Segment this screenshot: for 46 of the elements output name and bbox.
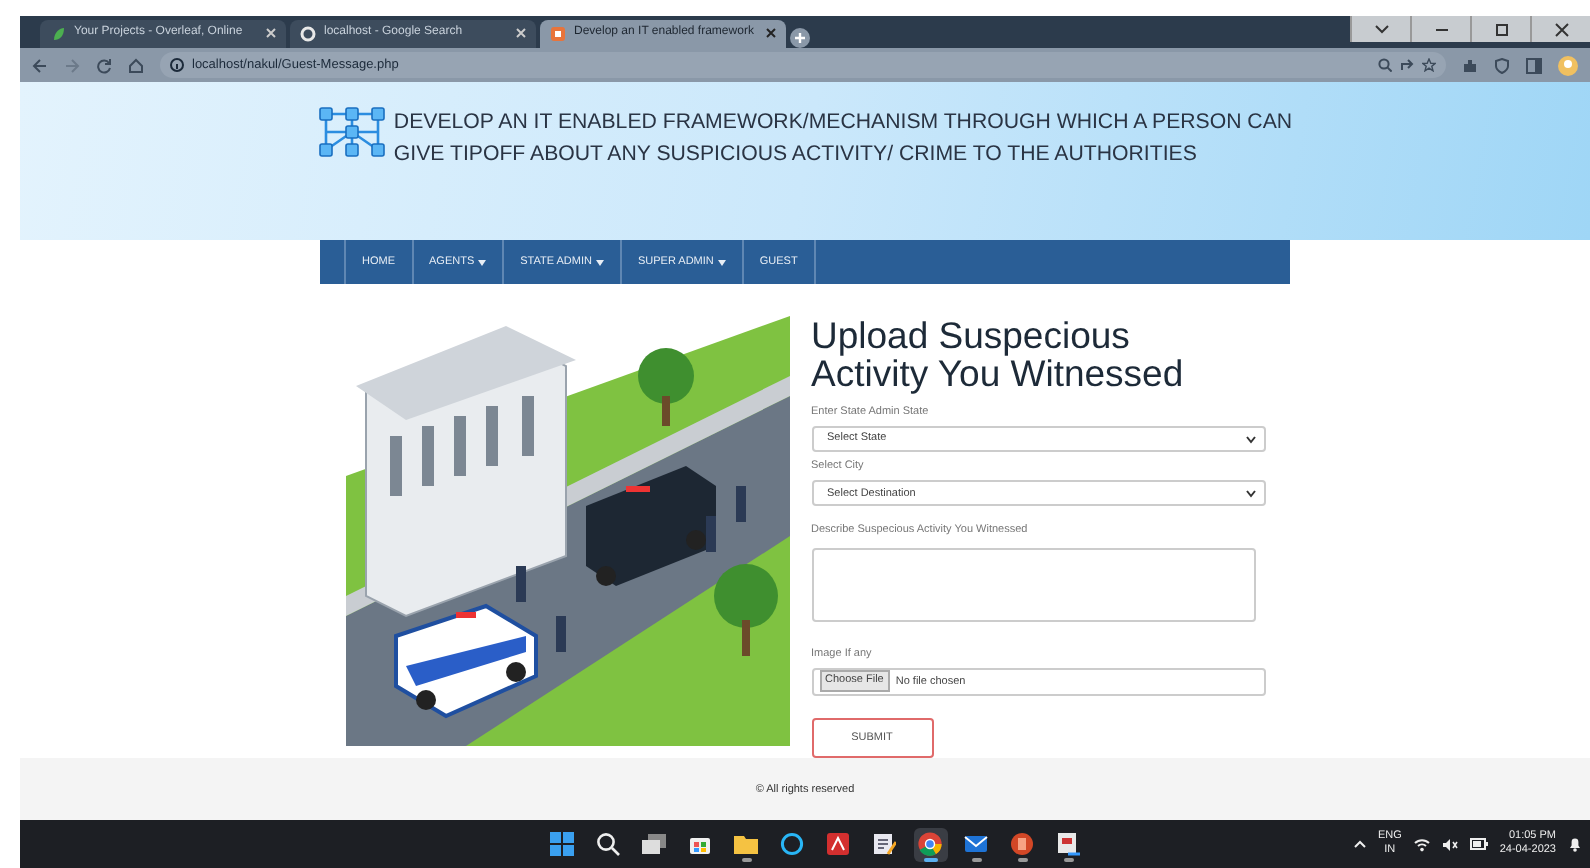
caret-icon: [478, 259, 487, 266]
back-icon[interactable]: [32, 57, 48, 74]
battery-icon[interactable]: [1469, 838, 1488, 851]
document-icon: [1056, 832, 1080, 857]
shield-icon[interactable]: [1494, 57, 1510, 74]
folder-icon: [734, 832, 758, 857]
home-icon[interactable]: [128, 57, 144, 74]
maximize-icon[interactable]: [1493, 21, 1509, 37]
info-icon: [170, 58, 184, 73]
wifi-icon[interactable]: [1413, 837, 1430, 852]
bell-icon[interactable]: [1568, 836, 1582, 853]
chrome-taskbar-button[interactable]: [913, 827, 947, 862]
slides-taskbar-button[interactable]: [1005, 827, 1039, 862]
slides-icon: [1010, 832, 1034, 857]
windows-stack-icon: [642, 832, 666, 857]
site-title: DEVELOP AN IT ENABLED FRAMEWORK/MECHANISM THROUGH WHICH A PERSON CAN GIVE TIPOFF ABOUT ANY SUSPICIOUS ACTIVITY/ CRIME TO THE AUTHORITIES: [393, 108, 1293, 171]
circle-icon: [780, 832, 804, 857]
form-heading: Upload Suspecious Activity You Witnessed: [811, 315, 1186, 392]
sidebar-icon[interactable]: [1526, 57, 1542, 74]
leaf-icon: [50, 25, 66, 42]
notepad-icon: [872, 832, 896, 857]
new-tab-icon[interactable]: [790, 27, 810, 48]
share-icon[interactable]: [1400, 58, 1414, 73]
reload-icon[interactable]: [96, 57, 112, 74]
windows-taskbar-button[interactable]: [545, 827, 579, 862]
bag-icon: [688, 832, 712, 857]
network-logo-icon: [317, 106, 386, 159]
chevron-down-icon: [1245, 435, 1255, 444]
volume-icon[interactable]: [1441, 837, 1458, 852]
caret-icon: [717, 259, 726, 266]
star-icon[interactable]: [1422, 58, 1436, 73]
avatar-icon[interactable]: [1558, 55, 1578, 76]
puzzle-icon[interactable]: [1462, 57, 1478, 74]
zoom-icon[interactable]: [1378, 58, 1392, 73]
letter-app-icon: [826, 832, 850, 857]
search-icon: [596, 832, 620, 857]
chevron-down-icon[interactable]: [1373, 21, 1389, 37]
site-icon: [550, 25, 566, 42]
chevron-down-icon: [1245, 489, 1255, 498]
chevron-up-icon[interactable]: [1353, 840, 1366, 849]
chrome-icon: [918, 832, 942, 857]
close-icon[interactable]: [766, 28, 776, 39]
caret-icon: [595, 259, 604, 266]
windows-icon: [550, 832, 574, 857]
close-icon[interactable]: [1553, 21, 1569, 37]
mail-icon: [964, 832, 988, 857]
